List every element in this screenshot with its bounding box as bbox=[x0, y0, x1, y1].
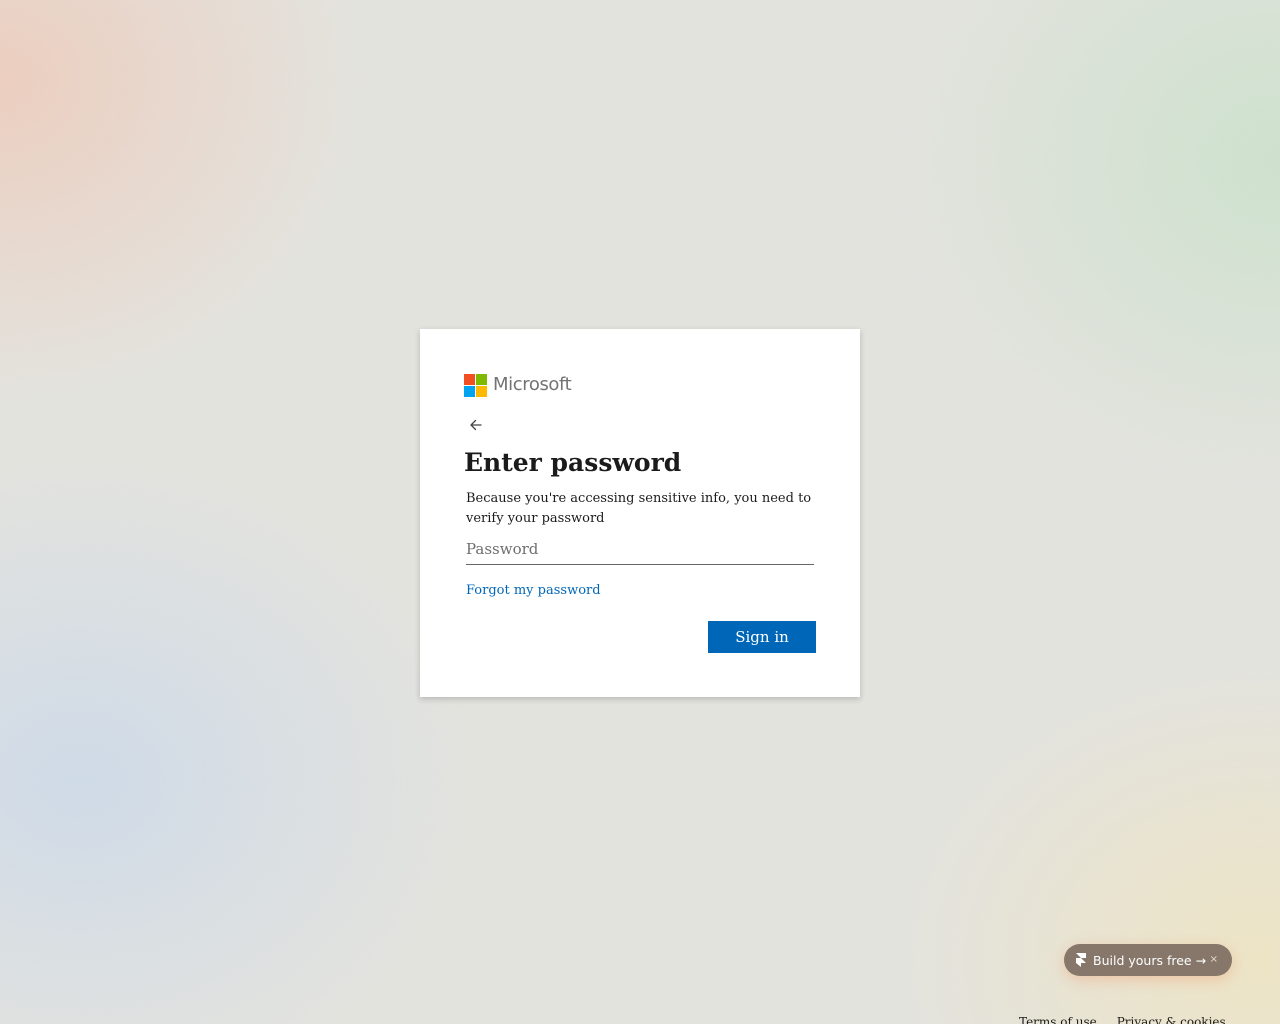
badge-label: Build yours free → bbox=[1093, 952, 1207, 968]
footer: Terms of use Privacy & cookies bbox=[1019, 1014, 1226, 1024]
build-yours-free-badge[interactable]: Build yours free → × bbox=[1064, 944, 1232, 976]
password-input[interactable] bbox=[466, 533, 814, 565]
terms-of-use-link[interactable]: Terms of use bbox=[1019, 1015, 1097, 1024]
brand-name: Microsoft bbox=[493, 374, 572, 395]
framer-logo-icon bbox=[1076, 953, 1086, 967]
microsoft-logo: Microsoft bbox=[464, 373, 572, 397]
close-icon[interactable]: × bbox=[1210, 952, 1218, 968]
arrow-left-icon bbox=[470, 419, 482, 431]
back-button[interactable] bbox=[466, 415, 486, 435]
sign-in-button[interactable]: Sign in bbox=[708, 621, 816, 653]
page-title: Enter password bbox=[464, 448, 682, 477]
privacy-cookies-link[interactable]: Privacy & cookies bbox=[1117, 1015, 1226, 1024]
signin-card: Microsoft Enter password Because you're … bbox=[420, 329, 860, 697]
forgot-password-link[interactable]: Forgot my password bbox=[466, 581, 601, 601]
microsoft-logo-icon bbox=[464, 373, 487, 397]
description-text: Because you're accessing sensitive info,… bbox=[466, 491, 812, 526]
